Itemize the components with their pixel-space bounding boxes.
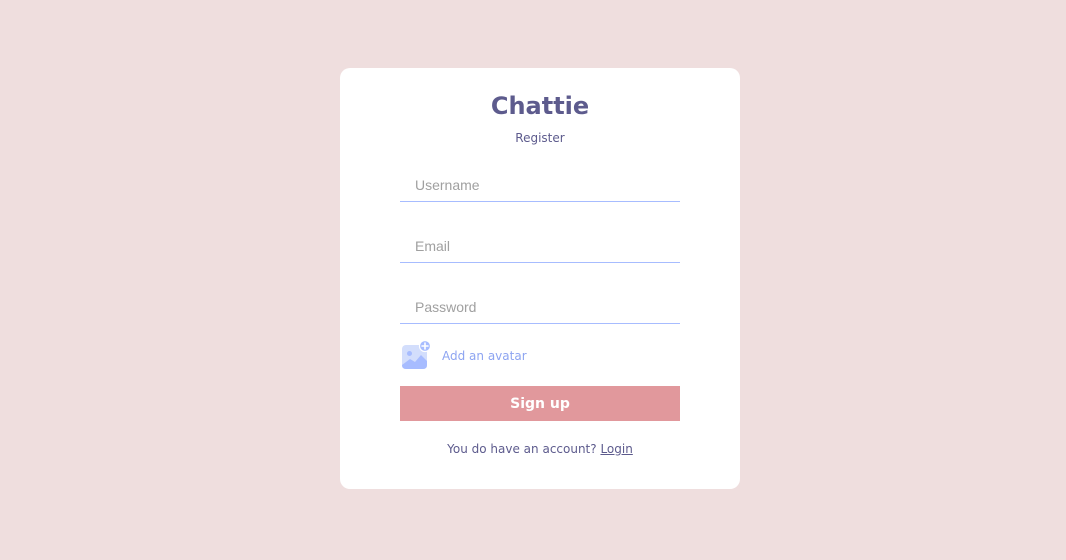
register-card: Chattie Register Add an avatar Sign up Y… [340, 68, 740, 489]
username-input[interactable] [400, 168, 680, 202]
add-avatar-button[interactable]: Add an avatar [400, 338, 680, 374]
login-prompt: You do have an account? Login [340, 442, 740, 456]
email-input[interactable] [400, 229, 680, 263]
page-title: Register [515, 131, 565, 145]
add-avatar-label: Add an avatar [442, 349, 527, 363]
login-link[interactable]: Login [600, 442, 632, 456]
password-input[interactable] [400, 290, 680, 324]
add-image-icon [400, 339, 432, 372]
login-prompt-text: You do have an account? [447, 442, 601, 456]
app-logo: Chattie [490, 92, 590, 120]
sign-up-button[interactable]: Sign up [400, 386, 680, 421]
